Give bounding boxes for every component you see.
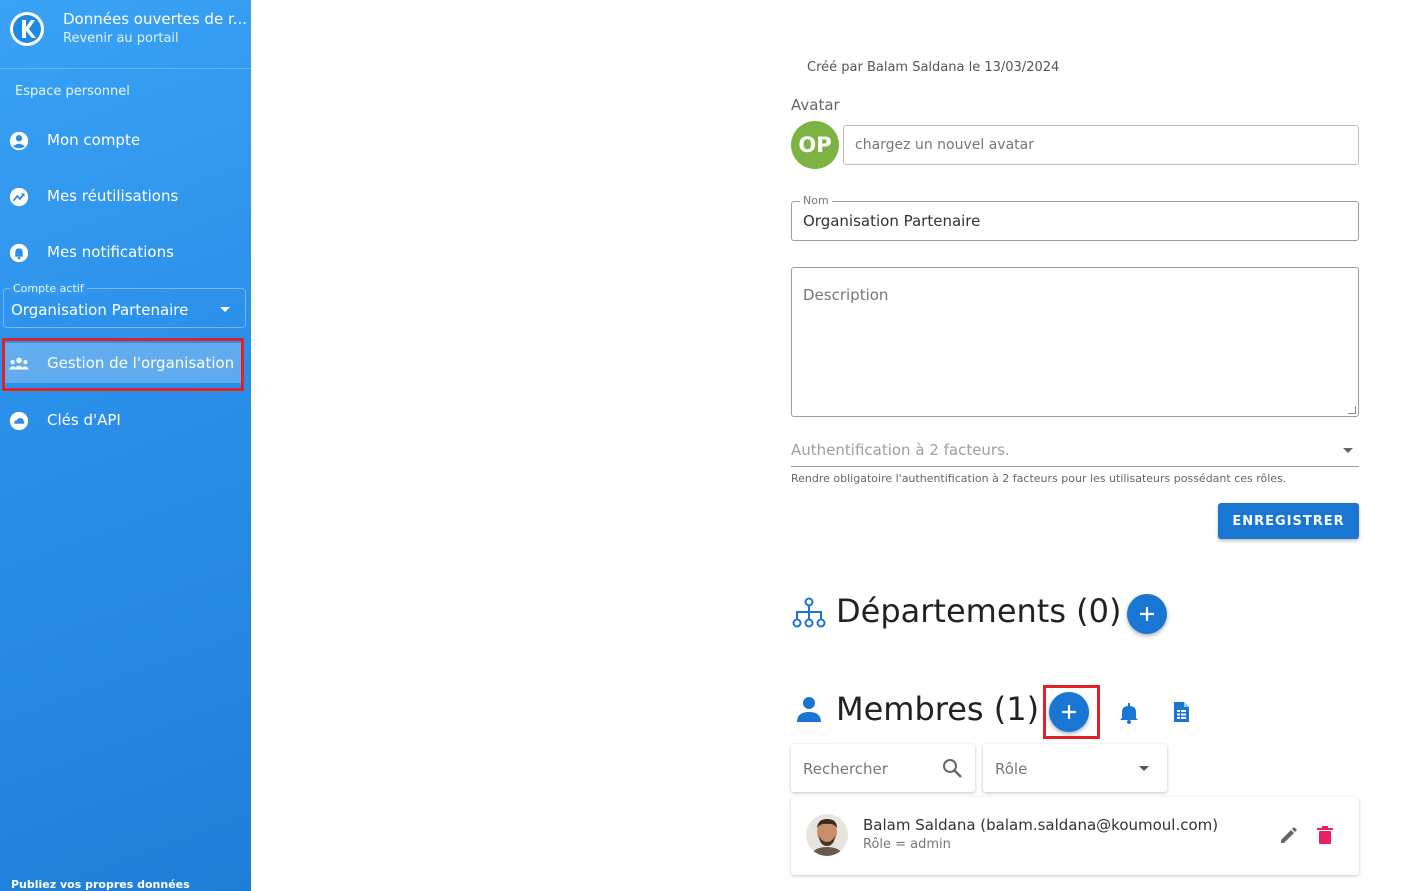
org-name-value: Organisation Partenaire <box>803 212 981 230</box>
sidebar-item-label: Mon compte <box>47 131 141 149</box>
section-label-personal-space: Espace personnel <box>15 84 130 99</box>
plus-icon <box>1140 607 1154 621</box>
role-placeholder: Rôle <box>995 760 1028 778</box>
resize-handle-icon[interactable] <box>1348 406 1356 414</box>
sidebar-item-my-account[interactable]: Mon compte <box>0 120 251 160</box>
search-placeholder: Rechercher <box>803 760 888 778</box>
sitemap-icon <box>792 597 826 628</box>
sidebar-item-my-reuses[interactable]: Mes réutilisations <box>0 176 251 216</box>
created-by-text: Créé par Balam Saldana le 13/03/2024 <box>807 60 1060 75</box>
koumoul-logo-icon <box>10 12 44 46</box>
list-item: Balam Saldana (balam.saldana@koumoul.com… <box>791 797 1359 875</box>
group-icon <box>8 357 30 370</box>
sidebar: Données ouvertes de r... Revenir au port… <box>0 0 251 891</box>
share-arrow-icon <box>9 187 29 207</box>
sidebar-item-my-notifications[interactable]: Mes notifications <box>0 232 251 272</box>
pencil-icon[interactable] <box>1278 824 1300 846</box>
org-name-field[interactable]: Nom Organisation Partenaire <box>791 194 1359 241</box>
trash-icon[interactable] <box>1314 824 1336 846</box>
avatar-label: Avatar <box>791 96 840 114</box>
sidebar-item-org-management[interactable]: Gestion de l'organisation <box>3 343 241 383</box>
active-account-select[interactable]: Compte actif Organisation Partenaire <box>3 282 246 328</box>
publish-data-link[interactable]: Publiez vos propres données <box>11 878 190 891</box>
chevron-down-icon <box>1139 766 1149 771</box>
org-description-textarea[interactable]: Description <box>791 267 1359 417</box>
save-button[interactable]: ENREGISTRER <box>1218 503 1359 539</box>
sidebar-item-label: Mes réutilisations <box>47 187 179 205</box>
avatar-upload-input[interactable]: chargez un nouvel avatar <box>843 125 1359 165</box>
chevron-down-icon <box>1343 448 1353 453</box>
bell-icon <box>9 243 29 263</box>
brand-header[interactable]: Données ouvertes de r... Revenir au port… <box>0 0 251 69</box>
member-role: Rôle = admin <box>863 837 951 852</box>
active-account-legend: Compte actif <box>10 282 87 295</box>
add-member-button[interactable] <box>1049 692 1089 732</box>
tfa-roles-select[interactable]: Authentification à 2 facteurs. <box>791 438 1359 467</box>
csv-file-icon[interactable] <box>1169 700 1193 724</box>
sidebar-item-label: Clés d'API <box>47 411 121 429</box>
members-title: Membres (1) <box>836 690 1040 728</box>
account-circle-icon <box>9 131 29 151</box>
tfa-placeholder: Authentification à 2 facteurs. <box>791 441 1010 459</box>
active-account-value: Organisation Partenaire <box>11 301 189 319</box>
member-name: Balam Saldana (balam.saldana@koumoul.com… <box>863 816 1219 834</box>
avatar <box>806 814 848 856</box>
plus-icon <box>1062 705 1076 719</box>
org-avatar: OP <box>791 121 839 169</box>
sidebar-item-api-keys[interactable]: Clés d'API <box>0 400 251 440</box>
brand-title: Données ouvertes de r... <box>63 10 248 28</box>
description-placeholder: Description <box>803 286 889 304</box>
bell-icon[interactable] <box>1117 701 1141 725</box>
member-search-input[interactable]: Rechercher <box>791 744 975 792</box>
person-icon <box>797 697 821 722</box>
sidebar-item-label: Gestion de l'organisation <box>47 354 235 372</box>
chevron-down-icon <box>220 307 230 312</box>
role-filter-select[interactable]: Rôle <box>983 744 1167 792</box>
sidebar-item-label: Mes notifications <box>47 243 174 261</box>
search-icon <box>943 759 962 778</box>
cloud-icon <box>9 411 29 431</box>
add-department-button[interactable] <box>1127 594 1167 634</box>
org-name-legend: Nom <box>800 194 832 207</box>
departments-title: Départements (0) <box>836 592 1122 630</box>
back-to-portal-link[interactable]: Revenir au portail <box>63 31 179 46</box>
tfa-hint: Rendre obligatoire l'authentification à … <box>791 472 1287 485</box>
